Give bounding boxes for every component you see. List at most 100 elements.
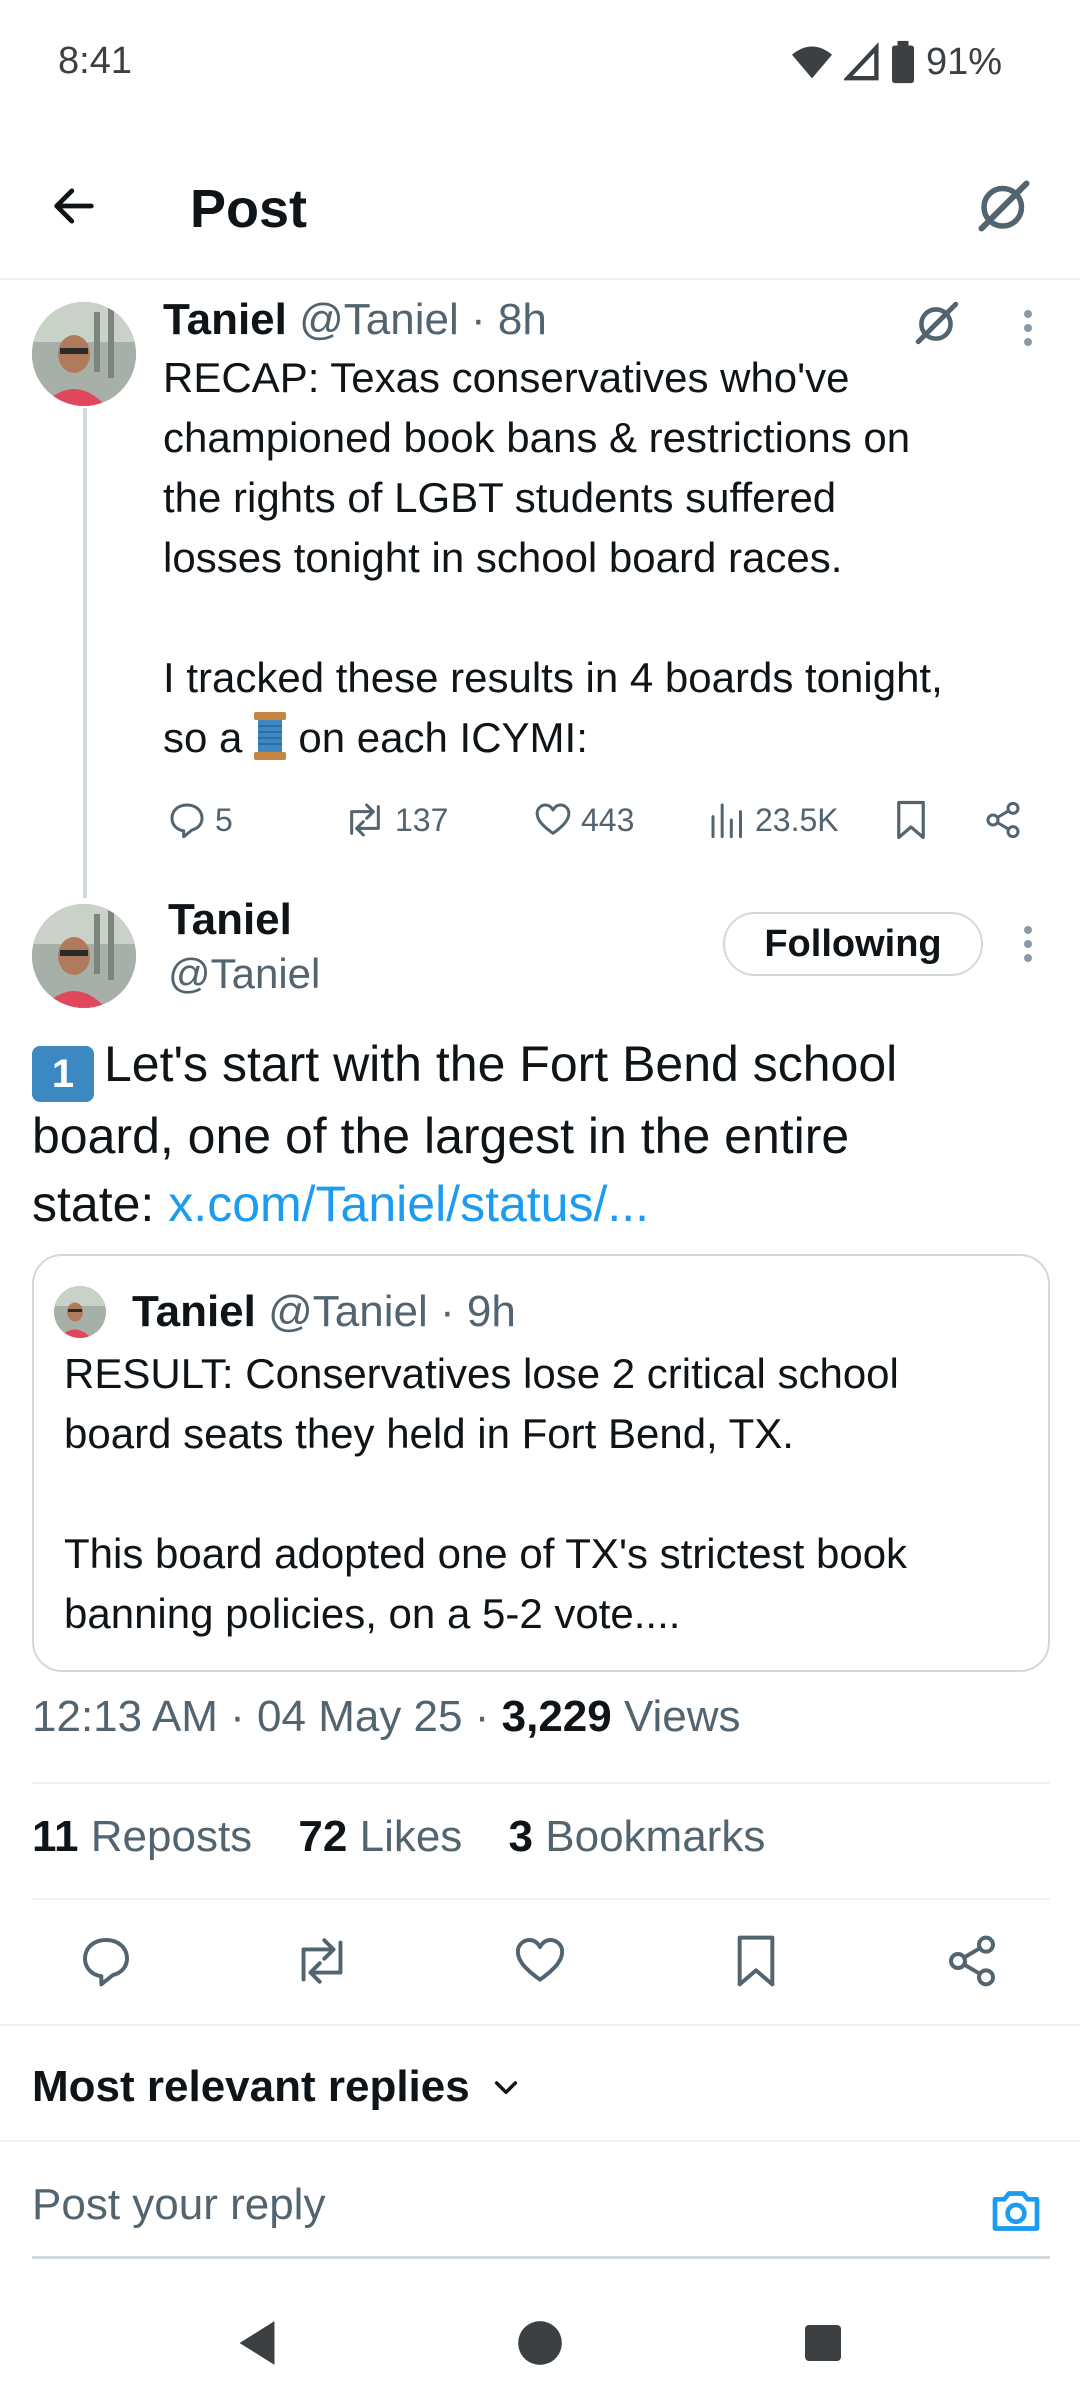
text-line: state: x.com/Taniel/status/... xyxy=(32,1170,1052,1238)
heart-icon xyxy=(535,803,571,835)
like-count: 443 xyxy=(581,801,635,838)
page-title: Post xyxy=(190,179,308,239)
text-fragment: state: xyxy=(32,1176,155,1232)
likes-stat[interactable]: 72 Likes xyxy=(298,1812,462,1861)
following-button[interactable]: Following xyxy=(723,912,983,976)
keycap-one-emoji: 1 xyxy=(32,1046,94,1102)
views-count: 3,229 xyxy=(501,1692,612,1741)
spool-thread-emoji xyxy=(254,712,287,760)
author-handle[interactable]: @Taniel xyxy=(168,950,320,998)
author-name: Taniel xyxy=(132,1287,256,1336)
bookmarks-stat[interactable]: 3 Bookmarks xyxy=(509,1812,766,1861)
text-line: This board adopted one of TX's strictest… xyxy=(64,1530,908,1577)
post-date: 04 May 25 xyxy=(257,1692,463,1741)
repost-action[interactable]: 137 xyxy=(343,792,448,848)
divider xyxy=(0,2140,1080,2142)
cell-signal-icon xyxy=(843,42,879,81)
views-label: Views xyxy=(623,1692,741,1741)
views-action[interactable]: 23.5K xyxy=(709,792,839,848)
quoted-post[interactable]: Taniel @Taniel · 9h RESULT: Conservative… xyxy=(32,1254,1050,1672)
camera-button[interactable] xyxy=(985,2180,1047,2242)
likes-count: 72 xyxy=(298,1812,348,1861)
author-handle: @Taniel xyxy=(268,1287,428,1336)
divider xyxy=(0,2024,1080,2026)
avatar[interactable] xyxy=(32,302,136,406)
main-more-button[interactable] xyxy=(1008,916,1048,972)
triangle-back-icon xyxy=(239,2321,275,2365)
replies-sort-label: Most relevant replies xyxy=(32,2062,470,2111)
likes-label: Likes xyxy=(359,1812,463,1861)
divider xyxy=(32,1898,1050,1900)
grok-icon xyxy=(978,180,1030,232)
post-time: 9h xyxy=(466,1287,516,1336)
replies-sort-dropdown[interactable]: Most relevant replies xyxy=(32,2062,522,2112)
separator-dot: · xyxy=(474,1692,490,1741)
share-icon xyxy=(949,1935,995,1987)
parent-post-text: RECAP: Texas conservatives who've champi… xyxy=(163,348,1063,768)
battery-level: 91% xyxy=(925,40,1002,83)
arrow-left-icon xyxy=(54,188,94,224)
status-bar: 8:41 91% xyxy=(0,0,1080,130)
reply-input[interactable]: Post your reply xyxy=(32,2180,325,2230)
avatar-photo xyxy=(32,904,136,1008)
author-name[interactable]: Taniel xyxy=(163,295,287,344)
reply-input-underline xyxy=(32,2256,1050,2259)
bookmark-action[interactable] xyxy=(893,792,929,848)
circle-home-icon xyxy=(518,2321,562,2365)
author-name[interactable]: Taniel xyxy=(168,895,292,945)
status-time: 8:41 xyxy=(58,40,132,82)
status-icons: 91% xyxy=(790,40,1002,84)
thread-connector xyxy=(83,408,87,898)
nav-home-button[interactable] xyxy=(505,2308,575,2378)
separator-dot: · xyxy=(471,295,486,344)
square-recents-icon xyxy=(805,2325,841,2361)
bookmarks-count: 3 xyxy=(508,1812,534,1861)
author-handle[interactable]: @Taniel xyxy=(299,295,459,344)
avatar[interactable] xyxy=(32,904,136,1008)
reply-icon xyxy=(170,803,204,839)
app-header: Post xyxy=(0,140,1080,280)
post-time: 12:13 AM xyxy=(32,1692,218,1741)
parent-grok-button[interactable] xyxy=(912,298,968,354)
reply-button[interactable] xyxy=(74,1929,138,1993)
like-button[interactable] xyxy=(508,1929,572,1993)
text-fragment: on each ICYMI: xyxy=(298,714,588,761)
wifi-icon xyxy=(791,46,832,79)
parent-post-header: Taniel @Taniel · 8h xyxy=(163,292,547,348)
text-line: RESULT: Conservatives lose 2 critical sc… xyxy=(64,1350,899,1397)
bookmark-button[interactable] xyxy=(724,1929,788,1993)
views-count: 23.5K xyxy=(755,801,839,838)
text-line: banning policies, on a 5-2 vote.... xyxy=(64,1590,681,1637)
back-button[interactable] xyxy=(38,170,110,242)
more-vertical-icon xyxy=(1024,310,1032,346)
main-post-text: 1 Let's start with the Fort Bend school b… xyxy=(32,1030,1052,1238)
text-line: RECAP: Texas conservatives who've xyxy=(163,354,850,401)
share-action[interactable] xyxy=(983,792,1023,848)
reposts-stat[interactable]: 11 Reposts xyxy=(32,1812,252,1861)
text-line: the rights of LGBT students suffered xyxy=(163,474,837,521)
reply-action[interactable]: 5 xyxy=(167,792,233,848)
post-time: 8h xyxy=(497,295,547,344)
more-vertical-icon xyxy=(1024,926,1032,962)
separator-dot: · xyxy=(230,1692,245,1741)
grok-button[interactable] xyxy=(968,170,1040,242)
like-action[interactable]: 443 xyxy=(533,792,634,848)
divider xyxy=(32,1782,1050,1784)
avatar-photo xyxy=(32,302,136,406)
text-fragment: so a xyxy=(163,714,243,761)
text-line: I tracked these results in 4 boards toni… xyxy=(163,654,943,701)
share-button[interactable] xyxy=(940,1929,1004,1993)
avatar xyxy=(54,1286,106,1338)
share-icon xyxy=(986,801,1020,839)
nav-back-button[interactable] xyxy=(222,2308,292,2378)
repost-button[interactable] xyxy=(290,1929,354,1993)
bookmark-icon xyxy=(737,1935,775,1987)
reply-count: 5 xyxy=(215,801,233,838)
repost-count: 137 xyxy=(395,801,449,838)
status-link[interactable]: x.com/Taniel/status/... xyxy=(168,1176,649,1232)
text-line: so a on each ICYMI: xyxy=(163,708,1063,768)
nav-recents-button[interactable] xyxy=(788,2308,858,2378)
reply-icon xyxy=(83,1938,129,1987)
